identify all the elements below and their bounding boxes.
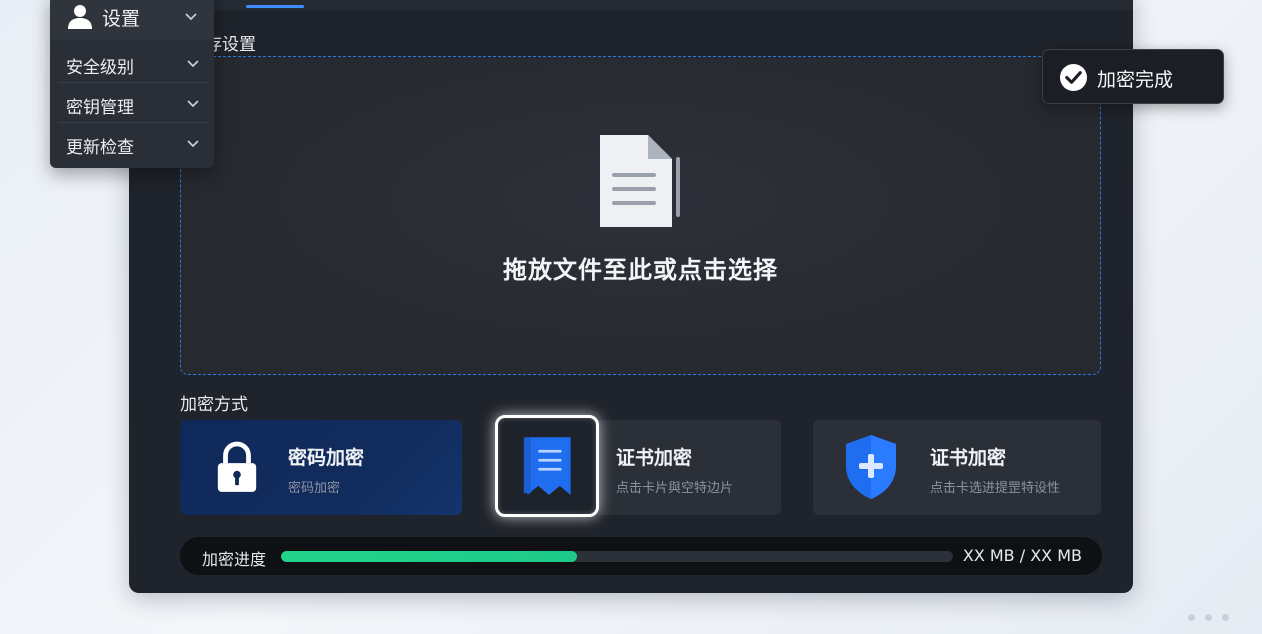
toast-message: 加密完成	[1097, 69, 1174, 91]
chevron-down-icon	[187, 100, 199, 108]
user-icon	[68, 5, 92, 29]
check-circle-icon	[1059, 63, 1088, 92]
method-title-shield: 证书加密	[930, 447, 1007, 469]
progress-fill	[281, 551, 577, 562]
settings-menu: 设置 安全级别 密钥管理 更新检查	[50, 0, 214, 168]
method-subtitle-password: 密码加密	[288, 481, 341, 496]
method-subtitle-shield: 点击卡选进提罡特设性	[930, 481, 1061, 496]
progress-size: XX MB / XX MB	[962, 546, 1082, 565]
progress-track	[281, 551, 953, 562]
pager-dot[interactable]	[1205, 614, 1212, 621]
method-subtitle-certificate: 点击卡片與空特边片	[616, 481, 734, 496]
lock-icon	[217, 441, 257, 492]
method-title-certificate: 证书加密	[616, 447, 693, 469]
encryption-complete-toast: 加密完成	[1042, 49, 1224, 104]
pager-dot[interactable]	[1188, 614, 1195, 621]
chevron-down-icon	[187, 140, 199, 148]
progress-label: 加密进度	[202, 550, 267, 569]
settings-menu-header[interactable]: 设置	[50, 0, 214, 40]
method-card-certificate-2[interactable]: 证书加密 点击卡选进提罡特设性	[813, 420, 1101, 515]
chevron-down-icon	[187, 60, 199, 68]
menu-item-label: 更新检查	[66, 138, 134, 158]
document-icon	[600, 135, 680, 227]
menu-item-update-check[interactable]: 更新检查	[58, 123, 208, 163]
focused-card-icon-frame[interactable]	[495, 415, 599, 517]
menu-item-security-level[interactable]: 安全级别	[58, 43, 208, 83]
encryption-progress: 加密进度 XX MB / XX MB	[180, 537, 1102, 575]
active-tab-indicator	[246, 5, 304, 8]
encryption-window: 存设置 拖放文件至此或点击选择 加密方式 密码加密 密码加密 证书加密 点击卡片…	[129, 0, 1133, 593]
menu-item-label: 密钥管理	[66, 98, 134, 118]
file-dropzone[interactable]: 拖放文件至此或点击选择	[180, 56, 1101, 375]
pager-dots	[1188, 606, 1239, 625]
shield-plus-icon	[846, 435, 896, 499]
method-title-password: 密码加密	[288, 447, 365, 469]
method-card-password[interactable]: 密码加密 密码加密	[180, 420, 462, 515]
dropzone-text: 拖放文件至此或点击选择	[503, 256, 778, 284]
chevron-down-icon	[185, 13, 197, 21]
menu-item-key-management[interactable]: 密钥管理	[58, 83, 208, 123]
menu-item-label: 安全级别	[66, 58, 134, 78]
settings-menu-title: 设置	[102, 8, 141, 30]
pager-dot[interactable]	[1222, 614, 1229, 621]
certificate-icon	[523, 437, 571, 495]
method-title: 加密方式	[180, 395, 248, 415]
